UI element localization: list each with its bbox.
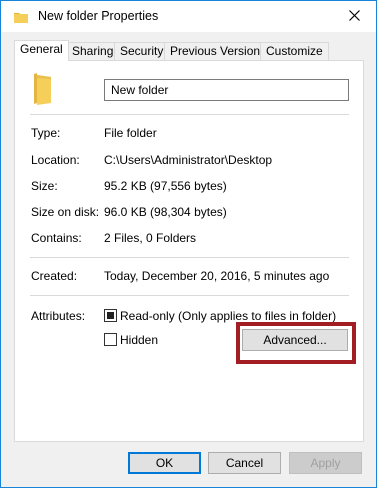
created-value: Today, December 20, 2016, 5 minutes ago	[104, 269, 330, 283]
folder-name-input[interactable]	[104, 79, 349, 101]
divider	[30, 295, 349, 296]
contains-value: 2 Files, 0 Folders	[104, 231, 197, 245]
created-label: Created:	[31, 269, 78, 283]
folder-icon	[14, 11, 28, 23]
window-title: New folder Properties	[38, 9, 159, 23]
type-label: Type:	[31, 126, 61, 140]
size-on-disk-value: 96.0 KB (98,304 bytes)	[104, 205, 227, 219]
divider	[30, 257, 349, 258]
general-tab-panel: Type: File folder Location: C:\Users\Adm…	[14, 60, 364, 442]
readonly-label: Read-only (Only applies to files in fold…	[120, 309, 337, 323]
tab-previous-versions[interactable]: Previous Versions	[164, 42, 273, 60]
ok-button[interactable]: OK	[128, 452, 201, 474]
divider	[30, 114, 349, 115]
apply-button[interactable]: Apply	[289, 452, 362, 474]
title-bar: New folder Properties	[1, 1, 376, 32]
cancel-button[interactable]: Cancel	[208, 452, 281, 474]
size-on-disk-label: Size on disk:	[31, 205, 100, 219]
properties-dialog: New folder Properties General Sharing Se…	[0, 0, 377, 488]
attributes-label: Attributes:	[31, 309, 86, 323]
close-button[interactable]	[332, 1, 376, 32]
tab-sharing[interactable]: Sharing	[66, 42, 120, 60]
hidden-checkbox[interactable]	[104, 333, 117, 346]
location-label: Location:	[31, 153, 80, 167]
folder-icon	[34, 73, 56, 105]
contains-label: Contains:	[31, 231, 82, 245]
tab-security[interactable]: Security	[114, 42, 170, 60]
tab-general[interactable]: General	[14, 40, 69, 61]
close-icon	[348, 9, 360, 24]
size-value: 95.2 KB (97,556 bytes)	[104, 179, 227, 193]
hidden-label: Hidden	[120, 333, 159, 347]
location-value: C:\Users\Administrator\Desktop	[104, 153, 273, 167]
size-label: Size:	[31, 179, 58, 193]
type-value: File folder	[104, 126, 157, 140]
tab-customize[interactable]: Customize	[260, 42, 329, 60]
tab-strip: General Sharing Security Previous Versio…	[14, 40, 364, 61]
readonly-checkbox[interactable]	[104, 309, 117, 322]
highlight-annotation	[236, 322, 356, 364]
